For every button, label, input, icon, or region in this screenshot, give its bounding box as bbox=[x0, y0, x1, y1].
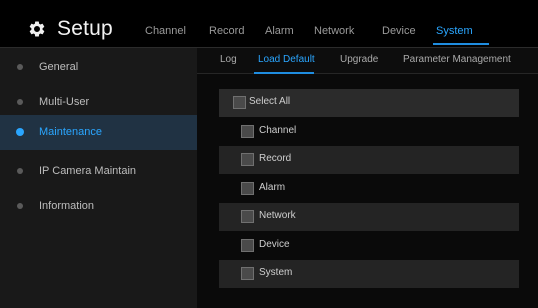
sidebar-item-label: General bbox=[39, 61, 79, 73]
record-checkbox[interactable] bbox=[241, 153, 254, 166]
bullet-icon bbox=[16, 128, 24, 136]
bullet-icon bbox=[17, 64, 23, 70]
nav-tab-record[interactable]: Record bbox=[209, 25, 244, 37]
sidebar-item-general[interactable]: General bbox=[0, 50, 197, 85]
gear-icon bbox=[29, 21, 45, 37]
option-row-channel[interactable]: Channel bbox=[219, 118, 519, 146]
nav-tab-device[interactable]: Device bbox=[382, 25, 416, 37]
subtab-log[interactable]: Log bbox=[220, 54, 237, 65]
subtab-bar: Log Load Default Upgrade Parameter Manag… bbox=[197, 48, 538, 74]
nav-tab-network[interactable]: Network bbox=[314, 25, 354, 37]
select-all-checkbox[interactable] bbox=[233, 96, 246, 109]
option-row-device[interactable]: Device bbox=[219, 232, 519, 260]
select-all-row[interactable]: Select All bbox=[219, 89, 519, 117]
option-row-network[interactable]: Network bbox=[219, 203, 519, 231]
app-title: Setup bbox=[57, 17, 113, 40]
nav-tab-system[interactable]: System bbox=[436, 25, 473, 37]
option-label: Alarm bbox=[259, 182, 286, 193]
network-checkbox[interactable] bbox=[241, 210, 254, 223]
option-label: System bbox=[259, 267, 293, 278]
sidebar-item-label: IP Camera Maintain bbox=[39, 165, 137, 177]
sidebar-item-information[interactable]: Information bbox=[0, 189, 197, 224]
sidebar-item-maintenance[interactable]: Maintenance bbox=[0, 115, 197, 150]
subtab-upgrade[interactable]: Upgrade bbox=[340, 54, 378, 65]
main-panel: Log Load Default Upgrade Parameter Manag… bbox=[197, 48, 538, 308]
subtab-load-default[interactable]: Load Default bbox=[258, 54, 315, 65]
nav-active-indicator bbox=[433, 43, 489, 45]
alarm-checkbox[interactable] bbox=[241, 182, 254, 195]
nav-tab-channel[interactable]: Channel bbox=[145, 25, 186, 37]
device-checkbox[interactable] bbox=[241, 239, 254, 252]
option-label: Channel bbox=[259, 125, 297, 136]
sidebar: General Multi-User Maintenance IP Camera… bbox=[0, 48, 197, 308]
sidebar-item-label: Maintenance bbox=[39, 126, 102, 138]
subtab-parameter-management[interactable]: Parameter Management bbox=[403, 54, 511, 65]
option-label: Network bbox=[259, 210, 296, 221]
option-label: Record bbox=[259, 153, 292, 164]
sidebar-item-label: Information bbox=[39, 200, 95, 212]
subtab-active-indicator bbox=[254, 72, 314, 74]
bullet-icon bbox=[17, 203, 23, 209]
option-row-record[interactable]: Record bbox=[219, 146, 519, 174]
bullet-icon bbox=[17, 168, 23, 174]
system-checkbox[interactable] bbox=[241, 267, 254, 280]
nav-tab-alarm[interactable]: Alarm bbox=[265, 25, 294, 37]
channel-checkbox[interactable] bbox=[241, 125, 254, 138]
select-all-label: Select All bbox=[249, 96, 291, 107]
top-bar: Setup Channel Record Alarm Network Devic… bbox=[0, 0, 538, 48]
bullet-icon bbox=[17, 99, 23, 105]
option-label: Device bbox=[259, 239, 290, 250]
option-row-system[interactable]: System bbox=[219, 260, 519, 288]
sidebar-item-ip-camera-maintain[interactable]: IP Camera Maintain bbox=[0, 154, 197, 189]
setup-window: Setup Channel Record Alarm Network Devic… bbox=[0, 0, 538, 308]
sidebar-item-label: Multi-User bbox=[39, 96, 90, 108]
option-row-alarm[interactable]: Alarm bbox=[219, 175, 519, 203]
